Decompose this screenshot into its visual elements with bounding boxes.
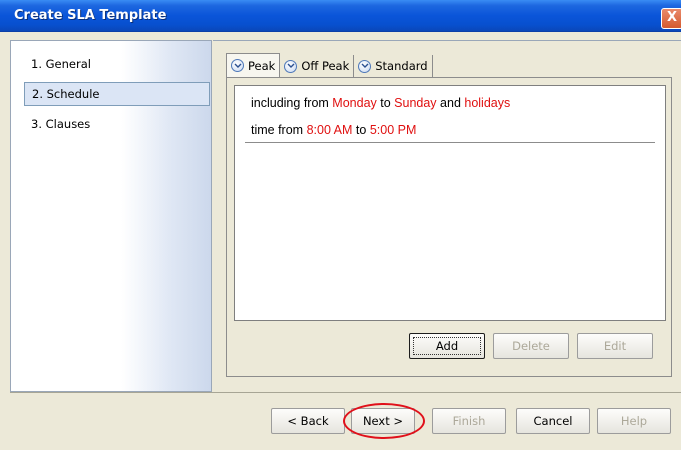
chevron-down-icon (231, 59, 244, 72)
holidays-option[interactable]: holidays (464, 96, 510, 110)
chevron-down-icon (358, 59, 372, 73)
schedule-time-line: time from 8:00 AM to 5:00 PM (251, 123, 416, 137)
next-label: Next > (362, 414, 404, 428)
cancel-button[interactable]: Cancel (516, 408, 590, 434)
tab-peak[interactable]: Peak (226, 53, 281, 77)
text-to: to (352, 123, 370, 137)
window-title: Create SLA Template (14, 8, 167, 23)
create-sla-template-dialog: Create SLA Template X 1. General 2. Sche… (0, 0, 681, 450)
start-time[interactable]: 8:00 AM (307, 123, 353, 137)
tab-off-peak[interactable]: Off Peak (280, 55, 355, 77)
start-day[interactable]: Monday (332, 96, 376, 110)
close-icon: X (666, 10, 678, 25)
tab-label: Off Peak (301, 59, 350, 73)
help-button[interactable]: Help (597, 408, 671, 434)
close-button[interactable]: X (661, 8, 681, 29)
help-label: Help (620, 414, 648, 428)
text-and: and (436, 96, 465, 110)
delete-button[interactable]: Delete (493, 333, 569, 359)
schedule-tabs: Peak Off Peak Standard (226, 53, 433, 77)
finish-button[interactable]: Finish (432, 408, 506, 434)
footer-separator (10, 392, 681, 393)
tab-label: Peak (248, 58, 276, 73)
delete-label: Delete (512, 339, 550, 353)
chevron-down-icon (284, 59, 298, 73)
back-label: < Back (287, 414, 329, 428)
add-button[interactable]: Add (409, 333, 485, 359)
edit-button[interactable]: Edit (577, 333, 653, 359)
step-schedule[interactable]: 2. Schedule (24, 82, 210, 106)
edit-label: Edit (603, 339, 627, 353)
text-prefix: including from (251, 96, 333, 110)
back-button[interactable]: < Back (271, 408, 345, 434)
schedule-divider (245, 142, 655, 143)
tab-label: Standard (375, 59, 428, 73)
text-prefix: time from (251, 123, 307, 137)
step-label: 1. General (31, 57, 91, 71)
end-day[interactable]: Sunday (394, 96, 436, 110)
step-label: 2. Schedule (32, 87, 100, 101)
end-time[interactable]: 5:00 PM (370, 123, 417, 137)
step-general[interactable]: 1. General (24, 53, 210, 77)
cancel-label: Cancel (533, 414, 573, 428)
finish-label: Finish (452, 414, 486, 428)
schedule-days-line: including from Monday to Sunday and holi… (251, 96, 510, 110)
title-bar[interactable]: Create SLA Template X (0, 0, 681, 32)
tab-standard[interactable]: Standard (354, 55, 433, 77)
step-clauses[interactable]: 3. Clauses (24, 113, 210, 137)
text-to: to (376, 96, 395, 110)
next-button[interactable]: Next > (351, 408, 415, 434)
schedule-list[interactable]: including from Monday to Sunday and holi… (234, 85, 666, 321)
add-label: Add (435, 339, 459, 353)
step-label: 3. Clauses (31, 117, 91, 131)
wizard-steps-panel: 1. General 2. Schedule 3. Clauses (10, 40, 212, 392)
